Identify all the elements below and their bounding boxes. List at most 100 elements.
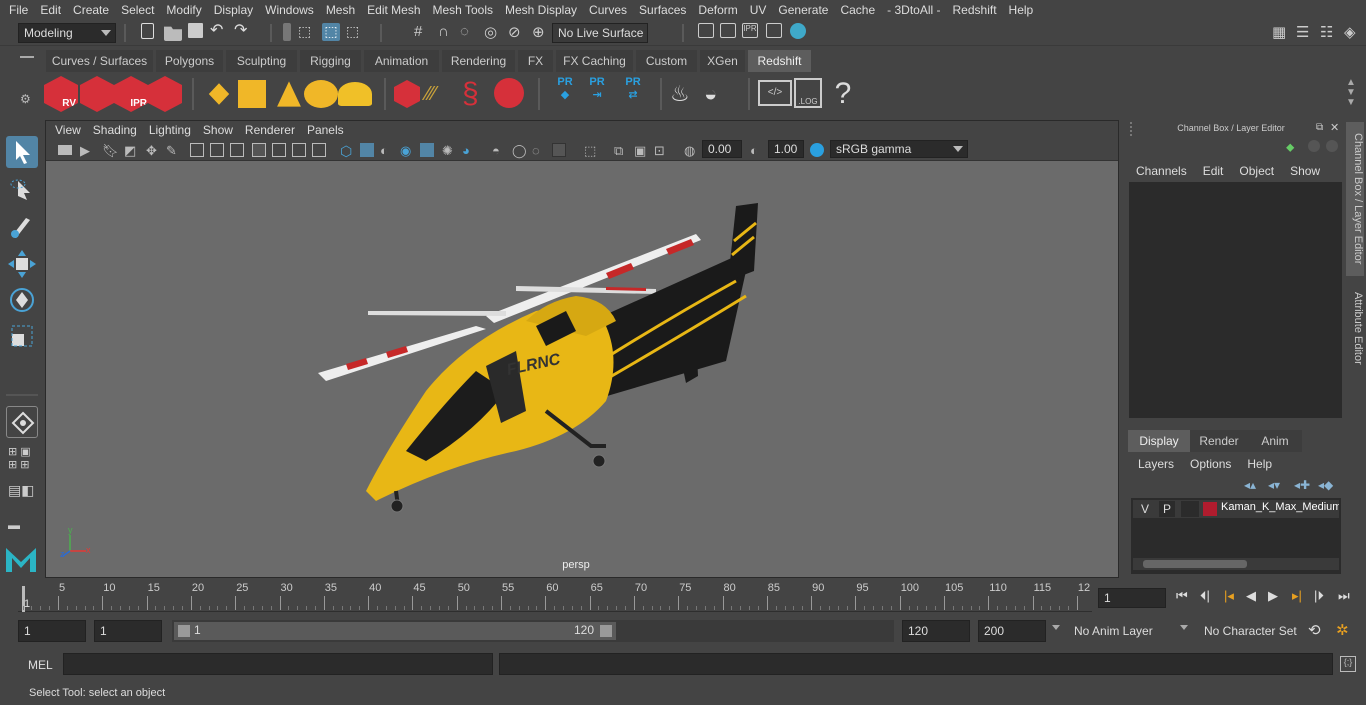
motion-blur-icon[interactable]: ◓ bbox=[492, 143, 506, 158]
screen-space-ao-icon[interactable]: ◕ bbox=[462, 143, 476, 158]
mel-label[interactable]: MEL bbox=[28, 658, 53, 672]
tab-curves-surfaces[interactable]: Curves / Surfaces bbox=[46, 50, 154, 72]
soft-select-icon[interactable] bbox=[6, 406, 38, 438]
menu-uv[interactable]: UV bbox=[744, 0, 773, 20]
tab-custom[interactable]: Custom bbox=[636, 50, 698, 72]
viewport-menu-lighting[interactable]: Lighting bbox=[143, 120, 197, 140]
select-hierarchy-icon[interactable]: ⬚ bbox=[298, 23, 316, 41]
menu-windows[interactable]: Windows bbox=[259, 0, 320, 20]
script-editor-button-icon[interactable]: {;} bbox=[1340, 656, 1356, 672]
depth-of-field-icon[interactable]: ◌ bbox=[532, 143, 546, 158]
menu-help[interactable]: Help bbox=[1003, 0, 1040, 20]
grid-toggle-icon[interactable] bbox=[190, 143, 204, 157]
rotate-tool-icon[interactable] bbox=[6, 284, 38, 316]
rs-dome-light-icon[interactable] bbox=[304, 80, 338, 108]
script-editor-icon[interactable]: </> bbox=[758, 80, 792, 106]
menu-mesh-tools[interactable]: Mesh Tools bbox=[427, 0, 499, 20]
film-gate-icon[interactable] bbox=[210, 143, 224, 157]
layout-vertical-icon[interactable]: ▬ bbox=[8, 518, 20, 532]
channels-menu[interactable]: Channels bbox=[1136, 161, 1195, 181]
auto-key-icon[interactable]: ⟲ bbox=[1308, 621, 1321, 639]
menu-select[interactable]: Select bbox=[115, 0, 160, 20]
viewport-menu-shading[interactable]: Shading bbox=[87, 120, 143, 140]
chevron-down-icon[interactable] bbox=[1180, 625, 1188, 630]
render-settings-icon[interactable] bbox=[766, 23, 782, 38]
viewport-menu-show[interactable]: Show bbox=[197, 120, 239, 140]
options-menu[interactable]: Options bbox=[1182, 454, 1239, 474]
wireframe-on-shaded-icon[interactable]: ◐ bbox=[380, 143, 394, 158]
exposure-field[interactable]: 0.00 bbox=[702, 140, 742, 158]
viewport-menu-panels[interactable]: Panels bbox=[301, 120, 350, 140]
menu-modify[interactable]: Modify bbox=[160, 0, 207, 20]
layer-color-swatch[interactable] bbox=[1203, 502, 1217, 516]
menu-curves[interactable]: Curves bbox=[583, 0, 633, 20]
viewport-menu-renderer[interactable]: Renderer bbox=[239, 120, 301, 140]
attribute-editor-toggle-icon[interactable]: ☰ bbox=[1296, 23, 1314, 41]
rs-spot-light-icon[interactable] bbox=[277, 81, 301, 107]
layer-row[interactable]: V P Kaman_K_Max_Medium bbox=[1133, 500, 1339, 518]
menu-file[interactable]: File bbox=[0, 0, 34, 20]
grease-pencil-icon[interactable]: ✎ bbox=[166, 143, 180, 158]
color-space-dropdown[interactable]: sRGB gamma bbox=[830, 140, 968, 158]
log-icon[interactable]: .LOG bbox=[794, 78, 822, 108]
show-menu[interactable]: Show bbox=[1282, 161, 1328, 181]
menu-deform[interactable]: Deform bbox=[692, 0, 743, 20]
range-slider-left-cap[interactable] bbox=[178, 625, 190, 637]
menu-edit[interactable]: Edit bbox=[34, 0, 67, 20]
menu-create[interactable]: Create bbox=[67, 0, 115, 20]
tab-anim[interactable]: Anim bbox=[1248, 430, 1302, 452]
help-icon[interactable]: ? bbox=[832, 76, 854, 112]
play-forwards-icon[interactable]: ▶ bbox=[1268, 588, 1284, 604]
pr-swap-icon[interactable]: PR ⇄ bbox=[616, 76, 650, 112]
layout-single-icon[interactable]: ⊞ ▣ ⊞ ⊞ bbox=[8, 446, 31, 472]
modeling-toolkit-icon[interactable]: ▦ bbox=[1272, 23, 1290, 41]
bake-pie-icon[interactable]: ◒ bbox=[704, 76, 738, 112]
playback-end-field[interactable]: 120 bbox=[902, 620, 970, 642]
time-slider[interactable]: 1 5 10 15 20 25 30 35 40 45 50 55 60 65 70 75 80 85 90 95 1… bbox=[0, 580, 1366, 615]
step-forward-key-icon[interactable]: ▸| bbox=[1292, 588, 1308, 604]
scrollbar-thumb[interactable] bbox=[1143, 560, 1247, 568]
go-to-end-icon[interactable]: ⏭ bbox=[1338, 588, 1354, 604]
time-ruler[interactable]: 1 5 10 15 20 25 30 35 40 45 50 55 60 65 70 75 80 85 90 95 1… bbox=[18, 582, 1092, 612]
menu-generate[interactable]: Generate bbox=[772, 0, 834, 20]
viewport-menu-view[interactable]: View bbox=[49, 120, 87, 140]
end-time-field[interactable]: 200 bbox=[978, 620, 1046, 642]
step-back-icon[interactable]: ⏴| bbox=[1200, 588, 1216, 604]
bookmark-icon[interactable]: 🔖︎ bbox=[102, 143, 119, 158]
field-chart-icon[interactable] bbox=[272, 143, 286, 157]
anim-layer-dropdown[interactable]: No Anim Layer bbox=[1068, 620, 1178, 642]
tab-xgen[interactable]: XGen bbox=[700, 50, 746, 72]
range-slider-track[interactable]: 1 120 bbox=[172, 620, 894, 642]
move-tool-icon[interactable] bbox=[6, 248, 38, 280]
pr-export-icon[interactable]: PR ⇥ bbox=[580, 76, 614, 112]
render-view-icon[interactable] bbox=[698, 23, 714, 38]
tab-rigging[interactable]: Rigging bbox=[300, 50, 362, 72]
tab-fx[interactable]: FX bbox=[518, 50, 554, 72]
rs-sun-sky-icon[interactable] bbox=[338, 82, 372, 106]
viewport-3d-scene[interactable]: FLRNC y x z persp bbox=[46, 161, 1118, 577]
pr-create-icon[interactable]: PR ◆ bbox=[548, 76, 582, 112]
new-layer-selected-icon[interactable]: ◂◆ bbox=[1318, 478, 1333, 492]
helicopter-model[interactable]: FLRNC bbox=[46, 161, 1118, 577]
rs-material-sphere-icon[interactable] bbox=[494, 78, 524, 108]
new-layer-icon[interactable]: ◂✚ bbox=[1294, 478, 1310, 492]
shadows-icon[interactable]: ✺ bbox=[442, 143, 456, 158]
menu-3dtoall[interactable]: - 3DtoAll - bbox=[881, 0, 946, 20]
undo-icon[interactable]: ↶ bbox=[210, 23, 228, 41]
snap-grid-icon[interactable]: # bbox=[414, 23, 432, 41]
tab-redshift[interactable]: Redshift bbox=[748, 50, 812, 72]
range-slider-handle[interactable]: 1 120 bbox=[174, 622, 616, 640]
close-panel-icon[interactable]: ✕ bbox=[1330, 121, 1339, 134]
snap-curve-icon[interactable]: ∩ bbox=[438, 23, 456, 41]
help-menu[interactable]: Help bbox=[1239, 454, 1280, 474]
tab-rendering[interactable]: Rendering bbox=[442, 50, 516, 72]
tab-animation[interactable]: Animation bbox=[364, 50, 440, 72]
hypershade-icon[interactable] bbox=[790, 23, 806, 39]
animation-preferences-icon[interactable]: ✲ bbox=[1336, 621, 1349, 639]
gate-mask-icon[interactable] bbox=[252, 143, 266, 157]
select-camera-icon[interactable] bbox=[58, 145, 72, 155]
chevron-down-icon[interactable] bbox=[1052, 625, 1060, 630]
shelf-menu-icon[interactable] bbox=[20, 56, 34, 58]
play-backwards-icon[interactable]: ◀ bbox=[1246, 588, 1262, 604]
ipr-render-icon[interactable]: IPR bbox=[742, 23, 758, 38]
